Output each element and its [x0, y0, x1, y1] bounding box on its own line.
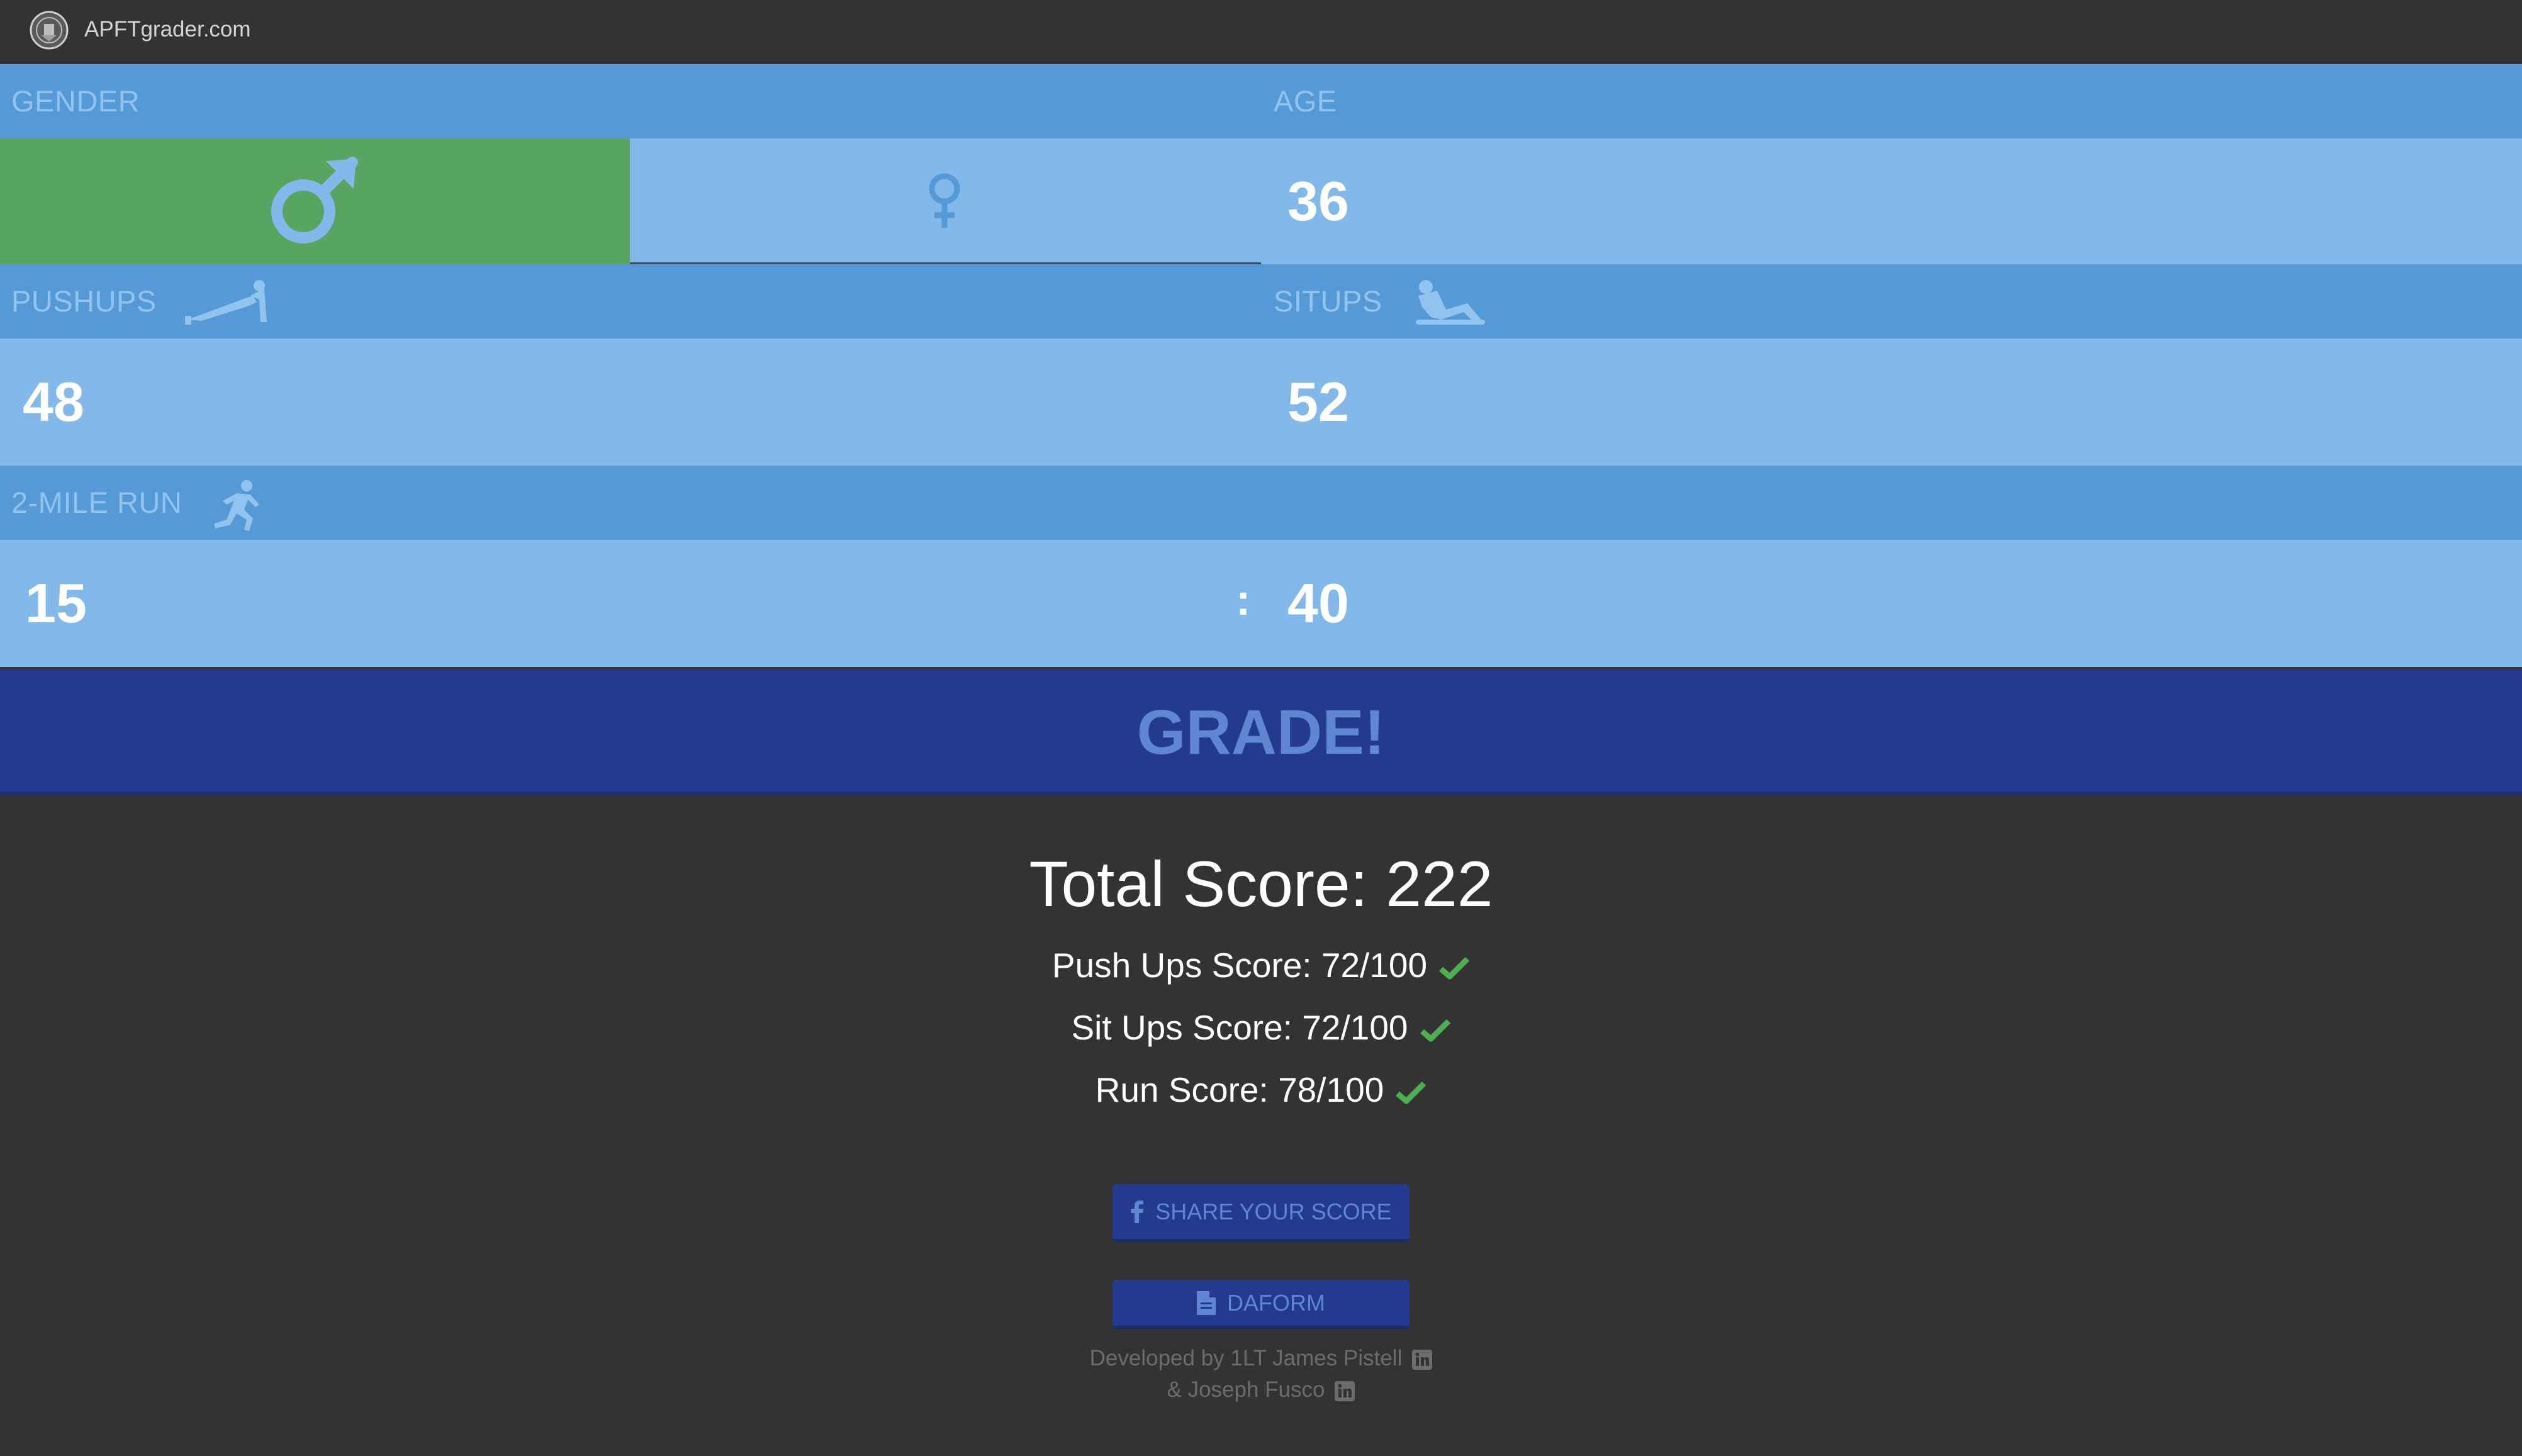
gender-age-label-bar: GENDER AGE — [0, 64, 2522, 138]
facebook-icon — [1130, 1200, 1144, 1223]
run-label: 2-MILE RUN — [11, 486, 182, 519]
age-input[interactable]: 36 — [1287, 138, 1349, 264]
check-icon — [1420, 1019, 1450, 1042]
pushup-figure-icon — [185, 280, 267, 325]
runner-figure-icon — [214, 480, 259, 531]
pushups-input[interactable]: 48 — [23, 339, 84, 466]
gender-male-button[interactable] — [0, 138, 630, 264]
run-row — [0, 540, 2522, 667]
total-score: Total Score: 222 — [1029, 848, 1493, 920]
pushups-label: PUSHUPS — [11, 284, 157, 318]
site-name-link[interactable]: APFTgrader.com — [84, 14, 251, 45]
linkedin-icon[interactable] — [1412, 1349, 1433, 1370]
situps-score-line: Sit Ups Score: 72/100 — [0, 1002, 2522, 1053]
pushups-situps-label-bar: PUSHUPS SITUPS — [0, 264, 2522, 339]
situps-score: Sit Ups Score: 72/100 — [1071, 1008, 1408, 1047]
pushups-score-line: Push Ups Score: 72/100 — [0, 940, 2522, 990]
female-symbol-icon — [929, 173, 960, 228]
daform-label: DAFORM — [1227, 1289, 1325, 1316]
army-seal-icon[interactable] — [29, 10, 69, 50]
document-icon — [1197, 1291, 1216, 1315]
credit-line-2: & Joseph Fusco — [0, 1374, 2522, 1406]
linkedin-icon[interactable] — [1335, 1380, 1355, 1401]
run-separator: : — [1236, 575, 1251, 624]
age-label: AGE — [1274, 84, 1337, 118]
run-seconds-input[interactable]: 40 — [1287, 540, 1349, 667]
check-icon — [1439, 957, 1470, 980]
gender-label: GENDER — [11, 84, 140, 118]
male-symbol-icon — [271, 157, 358, 244]
run-score-line: Run Score: 78/100 — [0, 1065, 2522, 1115]
situps-input[interactable]: 52 — [1287, 339, 1349, 466]
top-bar: APFTgrader.com — [0, 0, 2522, 64]
share-score-button[interactable]: SHARE YOUR SCORE — [1112, 1184, 1410, 1242]
share-score-label: SHARE YOUR SCORE — [1155, 1198, 1392, 1224]
daform-button[interactable]: DAFORM — [1112, 1280, 1410, 1329]
run-score: Run Score: 78/100 — [1095, 1070, 1384, 1109]
pushups-situps-row — [0, 339, 2522, 466]
credit-developer-1: Developed by 1LT James Pistell — [1089, 1346, 1403, 1370]
check-icon — [1396, 1082, 1426, 1104]
pushups-score: Push Ups Score: 72/100 — [1051, 946, 1428, 985]
situp-figure-icon — [1416, 280, 1485, 325]
gender-female-button[interactable] — [630, 138, 1261, 264]
grade-button[interactable]: GRADE! — [0, 669, 2522, 795]
run-label-bar: 2-MILE RUN — [0, 466, 2522, 540]
situps-label: SITUPS — [1274, 284, 1382, 318]
run-minutes-input[interactable]: 15 — [25, 540, 87, 667]
credit-developer-2: & Joseph Fusco — [1167, 1377, 1325, 1402]
credit-line-1: Developed by 1LT James Pistell — [0, 1343, 2522, 1374]
